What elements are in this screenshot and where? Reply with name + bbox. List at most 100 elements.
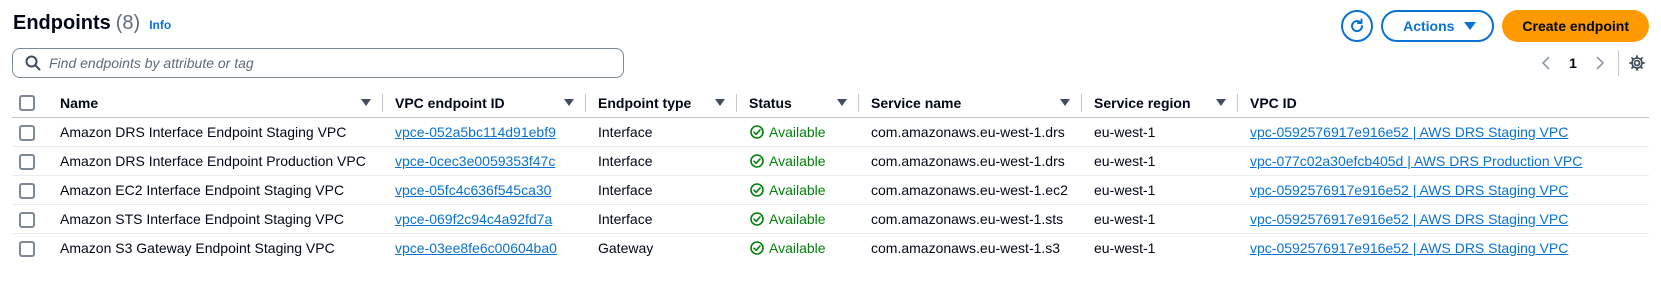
vpc-id-link[interactable]: vpc-0592576917e916e52 | AWS DRS Staging … xyxy=(1250,240,1568,256)
column-header-endpoint-id[interactable]: VPC endpoint ID xyxy=(383,88,586,118)
service-region: eu-west-1 xyxy=(1094,182,1156,198)
status-cell: Available xyxy=(737,175,859,205)
service-region-cell: eu-west-1 xyxy=(1082,117,1238,147)
sort-caret-icon xyxy=(361,99,371,106)
vpc-id-cell: vpc-0592576917e916e52 | AWS DRS Staging … xyxy=(1238,175,1649,205)
endpoint-type: Interface xyxy=(598,153,653,169)
endpoint-id-link[interactable]: vpce-05fc4c636f545ca30 xyxy=(395,182,551,198)
endpoint-id-link[interactable]: vpce-0cec3e0059353f47c xyxy=(395,153,555,169)
page-title: Endpoints xyxy=(13,12,111,34)
check-circle-icon xyxy=(750,154,764,168)
refresh-icon xyxy=(1351,18,1364,33)
service-region-cell: eu-west-1 xyxy=(1082,146,1238,176)
row-select-cell xyxy=(12,204,48,234)
endpoint-type: Gateway xyxy=(598,240,654,257)
table-header-row: Name VPC endpoint ID Endpoint type Statu… xyxy=(12,88,1649,118)
column-header-endpoint-type[interactable]: Endpoint type xyxy=(586,88,737,118)
vpc-id-link[interactable]: vpc-0592576917e916e52 | AWS DRS Staging … xyxy=(1250,182,1568,198)
select-all-header xyxy=(12,88,48,118)
header-actions: Actions Create endpoint xyxy=(1341,10,1649,42)
service-name-cell: com.amazonaws.eu-west-1.sts xyxy=(859,204,1082,234)
create-endpoint-button[interactable]: Create endpoint xyxy=(1502,10,1649,42)
status-text: Available xyxy=(769,211,826,227)
vpc-id-cell: vpc-0592576917e916e52 | AWS DRS Staging … xyxy=(1238,204,1649,234)
service-region-cell: eu-west-1 xyxy=(1082,175,1238,205)
column-header-name[interactable]: Name xyxy=(48,88,383,118)
status-cell: Available xyxy=(737,234,859,263)
search-icon xyxy=(25,55,41,71)
row-checkbox[interactable] xyxy=(19,182,35,199)
status-cell: Available xyxy=(737,204,859,234)
status-text: Available xyxy=(769,182,826,198)
service-region: eu-west-1 xyxy=(1094,211,1156,227)
endpoint-name: Amazon S3 Gateway Endpoint Staging VPC xyxy=(60,240,335,257)
column-header-service-name[interactable]: Service name xyxy=(859,88,1082,118)
endpoint-id-link[interactable]: vpce-052a5bc114d91ebf9 xyxy=(395,124,556,140)
service-region-cell: eu-west-1 xyxy=(1082,204,1238,234)
vpc-id-link[interactable]: vpc-0592576917e916e52 | AWS DRS Staging … xyxy=(1250,211,1568,227)
vpc-id-cell: vpc-0592576917e916e52 | AWS DRS Staging … xyxy=(1238,117,1649,147)
endpoint-id-link[interactable]: vpce-03ee8fe6c00604ba0 xyxy=(395,240,557,256)
check-circle-icon xyxy=(750,241,764,256)
status-text: Available xyxy=(769,240,826,257)
name-cell: Amazon DRS Interface Endpoint Production… xyxy=(48,146,383,176)
service-region-cell: eu-west-1 xyxy=(1082,234,1238,263)
status-text: Available xyxy=(769,124,826,140)
column-header-service-region[interactable]: Service region xyxy=(1082,88,1238,118)
status-badge: Available xyxy=(750,153,859,169)
service-name: com.amazonaws.eu-west-1.ec2 xyxy=(871,182,1068,198)
row-select-cell xyxy=(12,117,48,147)
table-row[interactable]: Amazon DRS Interface Endpoint Production… xyxy=(12,146,1649,176)
table-row[interactable]: Amazon DRS Interface Endpoint Staging VP… xyxy=(12,117,1649,147)
caret-down-icon xyxy=(1464,22,1477,30)
divider xyxy=(1618,50,1619,76)
endpoint-id-link[interactable]: vpce-069f2c94c4a92fd7a xyxy=(395,211,552,227)
service-name-cell: com.amazonaws.eu-west-1.ec2 xyxy=(859,175,1082,205)
status-badge: Available xyxy=(750,240,859,256)
vpc-id-link[interactable]: vpc-0592576917e916e52 | AWS DRS Staging … xyxy=(1250,124,1568,140)
name-cell: Amazon STS Interface Endpoint Staging VP… xyxy=(48,204,383,234)
endpoint-type-cell: Interface xyxy=(586,117,737,147)
check-circle-icon xyxy=(750,212,764,226)
row-checkbox[interactable] xyxy=(19,240,35,257)
row-checkbox[interactable] xyxy=(19,153,35,170)
row-select-cell xyxy=(12,234,48,263)
endpoint-type: Interface xyxy=(598,211,653,227)
endpoint-name: Amazon EC2 Interface Endpoint Staging VP… xyxy=(60,182,345,198)
column-header-status[interactable]: Status xyxy=(737,88,859,118)
preferences-button[interactable] xyxy=(1625,51,1649,75)
endpoint-type: Interface xyxy=(598,124,653,140)
pagination: 1 xyxy=(1534,50,1649,76)
next-page-button[interactable] xyxy=(1588,51,1612,75)
service-region: eu-west-1 xyxy=(1094,153,1156,169)
column-header-vpc-id[interactable]: VPC ID xyxy=(1238,88,1649,118)
sort-caret-icon xyxy=(1060,99,1070,106)
endpoint-id-cell: vpce-052a5bc114d91ebf9 xyxy=(383,117,586,147)
vpc-id-cell: vpc-077c02a30efcb405d | AWS DRS Producti… xyxy=(1238,146,1649,176)
service-name: com.amazonaws.eu-west-1.drs xyxy=(871,124,1065,140)
refresh-button[interactable] xyxy=(1341,10,1374,42)
actions-dropdown-button[interactable]: Actions xyxy=(1381,10,1495,42)
table-row[interactable]: Amazon EC2 Interface Endpoint Staging VP… xyxy=(12,175,1649,205)
status-cell: Available xyxy=(737,117,859,147)
info-link[interactable]: Info xyxy=(149,18,171,32)
row-checkbox[interactable] xyxy=(19,211,35,228)
endpoint-name: Amazon STS Interface Endpoint Staging VP… xyxy=(60,211,345,227)
service-name-cell: com.amazonaws.eu-west-1.drs xyxy=(859,117,1082,147)
name-cell: Amazon EC2 Interface Endpoint Staging VP… xyxy=(48,175,383,205)
endpoint-type-cell: Interface xyxy=(586,146,737,176)
search-input[interactable] xyxy=(49,55,609,71)
gear-icon xyxy=(1629,55,1645,71)
endpoint-id-cell: vpce-03ee8fe6c00604ba0 xyxy=(383,234,586,263)
select-all-checkbox[interactable] xyxy=(19,95,35,112)
previous-page-button[interactable] xyxy=(1534,51,1558,75)
table-row[interactable]: Amazon STS Interface Endpoint Staging VP… xyxy=(12,204,1649,234)
actions-label: Actions xyxy=(1403,18,1455,34)
endpoint-type: Interface xyxy=(598,182,653,198)
table-row[interactable]: Amazon S3 Gateway Endpoint Staging VPC vp… xyxy=(12,234,1649,263)
row-checkbox[interactable] xyxy=(19,124,35,141)
endpoint-type-cell: Interface xyxy=(586,204,737,234)
chevron-left-icon xyxy=(1541,56,1550,70)
current-page[interactable]: 1 xyxy=(1558,55,1588,71)
vpc-id-link[interactable]: vpc-077c02a30efcb405d | AWS DRS Producti… xyxy=(1250,153,1582,169)
